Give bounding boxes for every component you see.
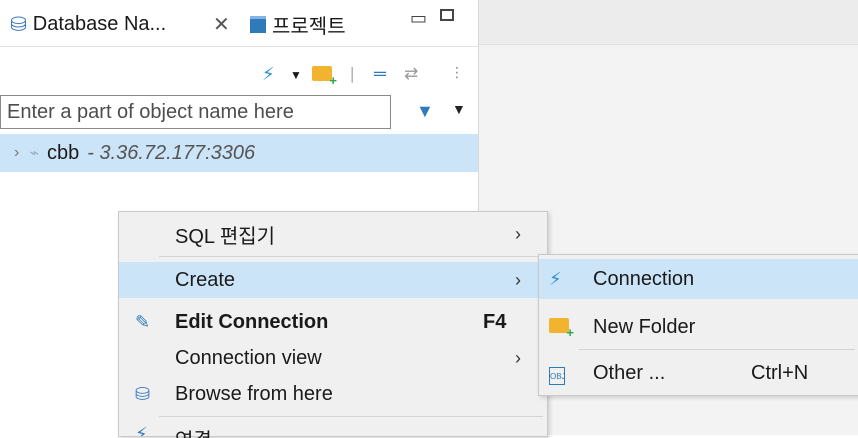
- pencil-icon: ✎: [135, 311, 151, 332]
- menu-item-edit-connection[interactable]: ✎ Edit Connection F4: [119, 304, 547, 340]
- menu-item-connection-view[interactable]: Connection view ›: [119, 340, 547, 376]
- menu-separator: [159, 416, 543, 417]
- chevron-right-icon: ›: [515, 269, 521, 290]
- menu-item-sql-editor[interactable]: SQL 편집기 ›: [119, 216, 547, 252]
- menu-item-label: Browse from here: [175, 382, 333, 405]
- menu-item-create[interactable]: Create ›: [119, 262, 547, 298]
- tab-database-navigator-label: Database Na...: [32, 12, 167, 35]
- tree-item-connection[interactable]: › ⌁ cbb - 3.36.72.177:3306: [0, 134, 478, 172]
- menu-item-browse-from-here[interactable]: ⛁ Browse from here: [119, 376, 547, 412]
- plug-icon: ⚡: [135, 424, 148, 436]
- menu-separator: [159, 256, 543, 257]
- submenu-item-label: New Folder: [593, 315, 696, 338]
- chevron-down-icon[interactable]: ▼: [290, 68, 302, 82]
- project-icon: [250, 15, 266, 33]
- submenu-item-connection[interactable]: ⚡ Connection: [539, 259, 858, 299]
- chevron-right-icon: ›: [515, 223, 521, 244]
- submenu-item-other[interactable]: OBJ Other ... Ctrl+N: [539, 353, 858, 393]
- minimize-icon[interactable]: ▭: [410, 8, 427, 29]
- chevron-right-icon[interactable]: ›: [14, 144, 19, 162]
- object-filter: ▼ ▼: [0, 95, 478, 131]
- folder-add-icon[interactable]: [312, 66, 337, 88]
- chevron-right-icon: ›: [515, 347, 521, 368]
- database-browse-icon: ⛁: [135, 383, 151, 404]
- menu-item-label: Create: [175, 268, 236, 291]
- submenu-accelerator: Ctrl+N: [751, 361, 809, 384]
- filter-icon[interactable]: ▼: [416, 101, 434, 122]
- connection-address: - 3.36.72.177:3306: [87, 141, 256, 164]
- context-menu: SQL 편집기 › Create › ✎ Edit Connection F4 …: [118, 211, 548, 438]
- view-tabbar: ⛁ Database Na... ✕ 프로젝트 ▭: [0, 0, 478, 47]
- tab-project[interactable]: 프로젝트: [250, 9, 346, 39]
- chevron-down-icon[interactable]: ▼: [452, 101, 466, 117]
- submenu-item-new-folder[interactable]: New Folder: [539, 307, 858, 347]
- link-editor-icon[interactable]: ⇄: [404, 64, 418, 84]
- submenu-separator: [579, 349, 855, 350]
- toolbar-separator: |: [350, 64, 355, 83]
- collapse-all-icon[interactable]: ═: [374, 64, 386, 84]
- connection-icon: ⌁: [29, 145, 39, 162]
- navigator-toolbar: ⚡ ▼ | ═ ⇄ ⋮: [0, 56, 478, 90]
- connection-name: cbb: [46, 141, 80, 164]
- database-icon: ⛁: [10, 13, 27, 36]
- menu-item-partial-label[interactable]: 연결: [175, 424, 212, 438]
- create-submenu: ⚡ Connection New Folder OBJ Other ... Ct…: [538, 254, 858, 396]
- menu-item-label: SQL 편집기: [175, 225, 276, 248]
- folder-add-icon: [549, 316, 574, 340]
- menu-item-label: Connection view: [175, 346, 322, 369]
- plug-add-icon[interactable]: ⚡: [262, 64, 275, 85]
- maximize-icon[interactable]: [440, 9, 454, 21]
- menu-accelerator: F4: [483, 310, 507, 333]
- close-icon[interactable]: ✕: [213, 12, 230, 37]
- tab-database-navigator[interactable]: ⛁ Database Na...: [10, 9, 166, 39]
- tab-project-label: 프로젝트: [272, 15, 346, 38]
- menu-item-label: Edit Connection: [175, 310, 329, 333]
- plug-add-icon: ⚡: [549, 268, 562, 289]
- submenu-item-label: Connection: [593, 267, 695, 290]
- editor-tabstrip: [479, 0, 858, 45]
- object-icon: OBJ: [549, 362, 566, 385]
- view-menu-icon[interactable]: ⋮: [450, 64, 464, 81]
- submenu-item-label: Other ...: [593, 361, 666, 384]
- object-name-filter-input[interactable]: [0, 95, 391, 129]
